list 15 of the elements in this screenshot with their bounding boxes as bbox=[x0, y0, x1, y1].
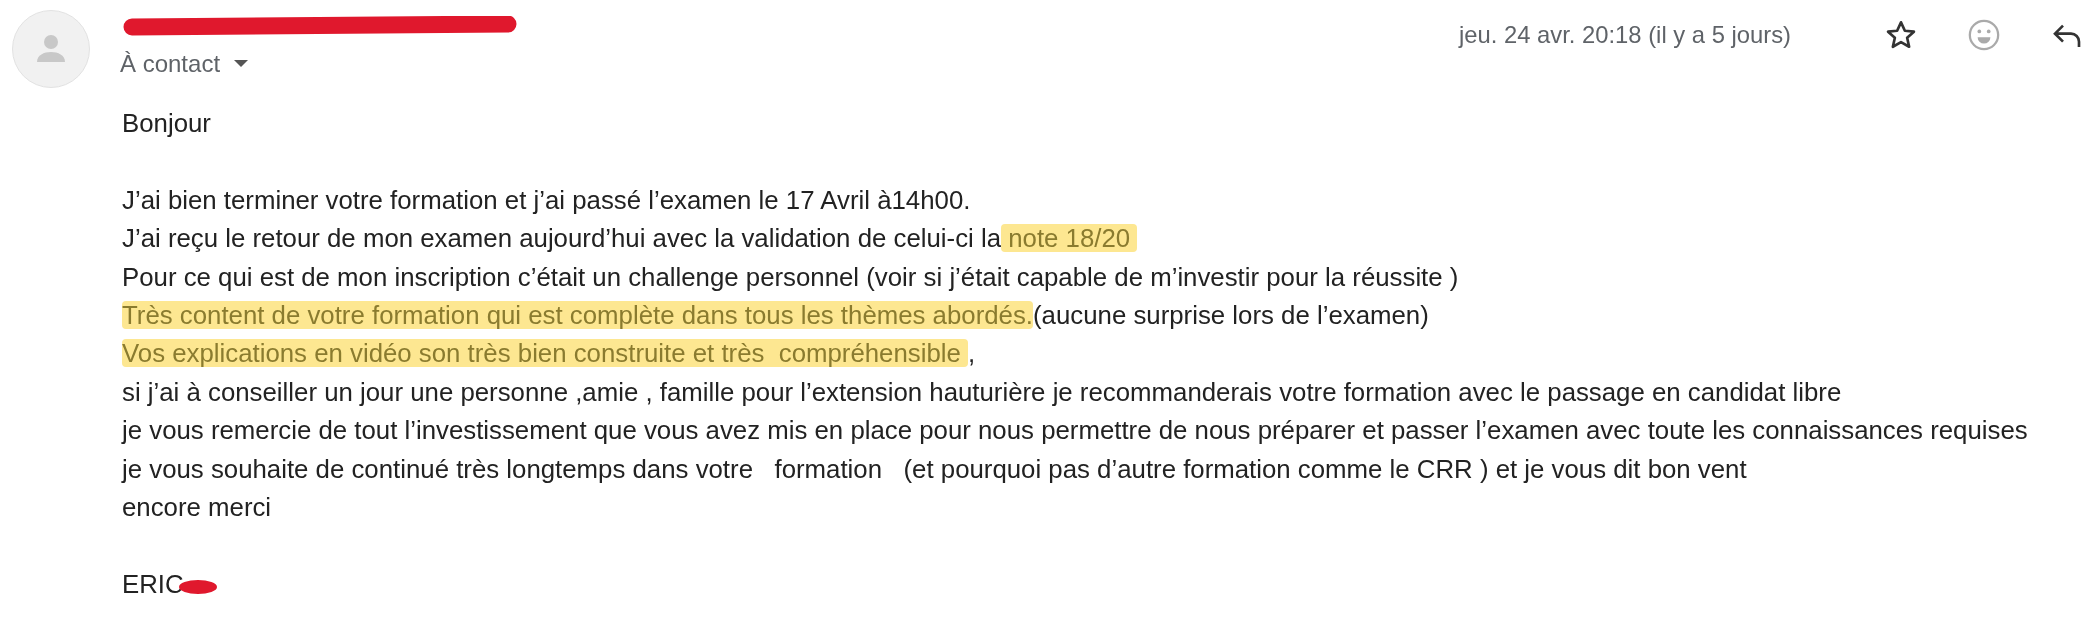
body-text: encore merci bbox=[122, 491, 272, 523]
caret-icon bbox=[234, 60, 249, 68]
body-text: Très content de votre formation qui est complète dans tous les thèmes abordés.(aucune surprise lors de l’examen) bbox=[122, 299, 1429, 331]
body-text: je vous souhaite de continué très longtemps dans votre formation (et pourquoi pas d’autre formation comme le CRR ) et je vous dit bon vent bbox=[122, 453, 1747, 485]
body-text: Bonjour bbox=[122, 108, 211, 139]
body-text: Pour ce qui est de mon inscription c’était un challenge personnel (voir si j’était capable de m’investir pour la réussite ) bbox=[122, 261, 1459, 293]
body-text: je vous remercie de tout l’investissement que vous avez mis en place pour nous permettre de nous préparer et passer l’examen avec toute les connaissances requises bbox=[122, 415, 2028, 447]
body-text: si j’ai à conseiller un jour une personne ,amie , famille pour l’extension hauturière je recommanderais votre formation avec le passage en candidat libre bbox=[122, 376, 1842, 408]
signature: ERIC bbox=[122, 568, 184, 600]
body-text: J’ai reçu le retour de mon examen aujourd’hui avec la validation de celui-ci la note 18/20 bbox=[122, 219, 1138, 258]
body-text: J’ai bien terminer votre formation et j’ai passé l’examen le 17 Avril à14h00. bbox=[122, 184, 971, 216]
body-text: Vos explications en vidéo son très bien construite et très compréhensible , bbox=[122, 338, 976, 370]
recipient-dropdown[interactable]: À contact bbox=[120, 50, 249, 78]
star-icon[interactable] bbox=[1885, 19, 1917, 51]
message-date: jeu. 24 avr. 20:18 (il y a 5 jours) bbox=[1459, 21, 1791, 49]
